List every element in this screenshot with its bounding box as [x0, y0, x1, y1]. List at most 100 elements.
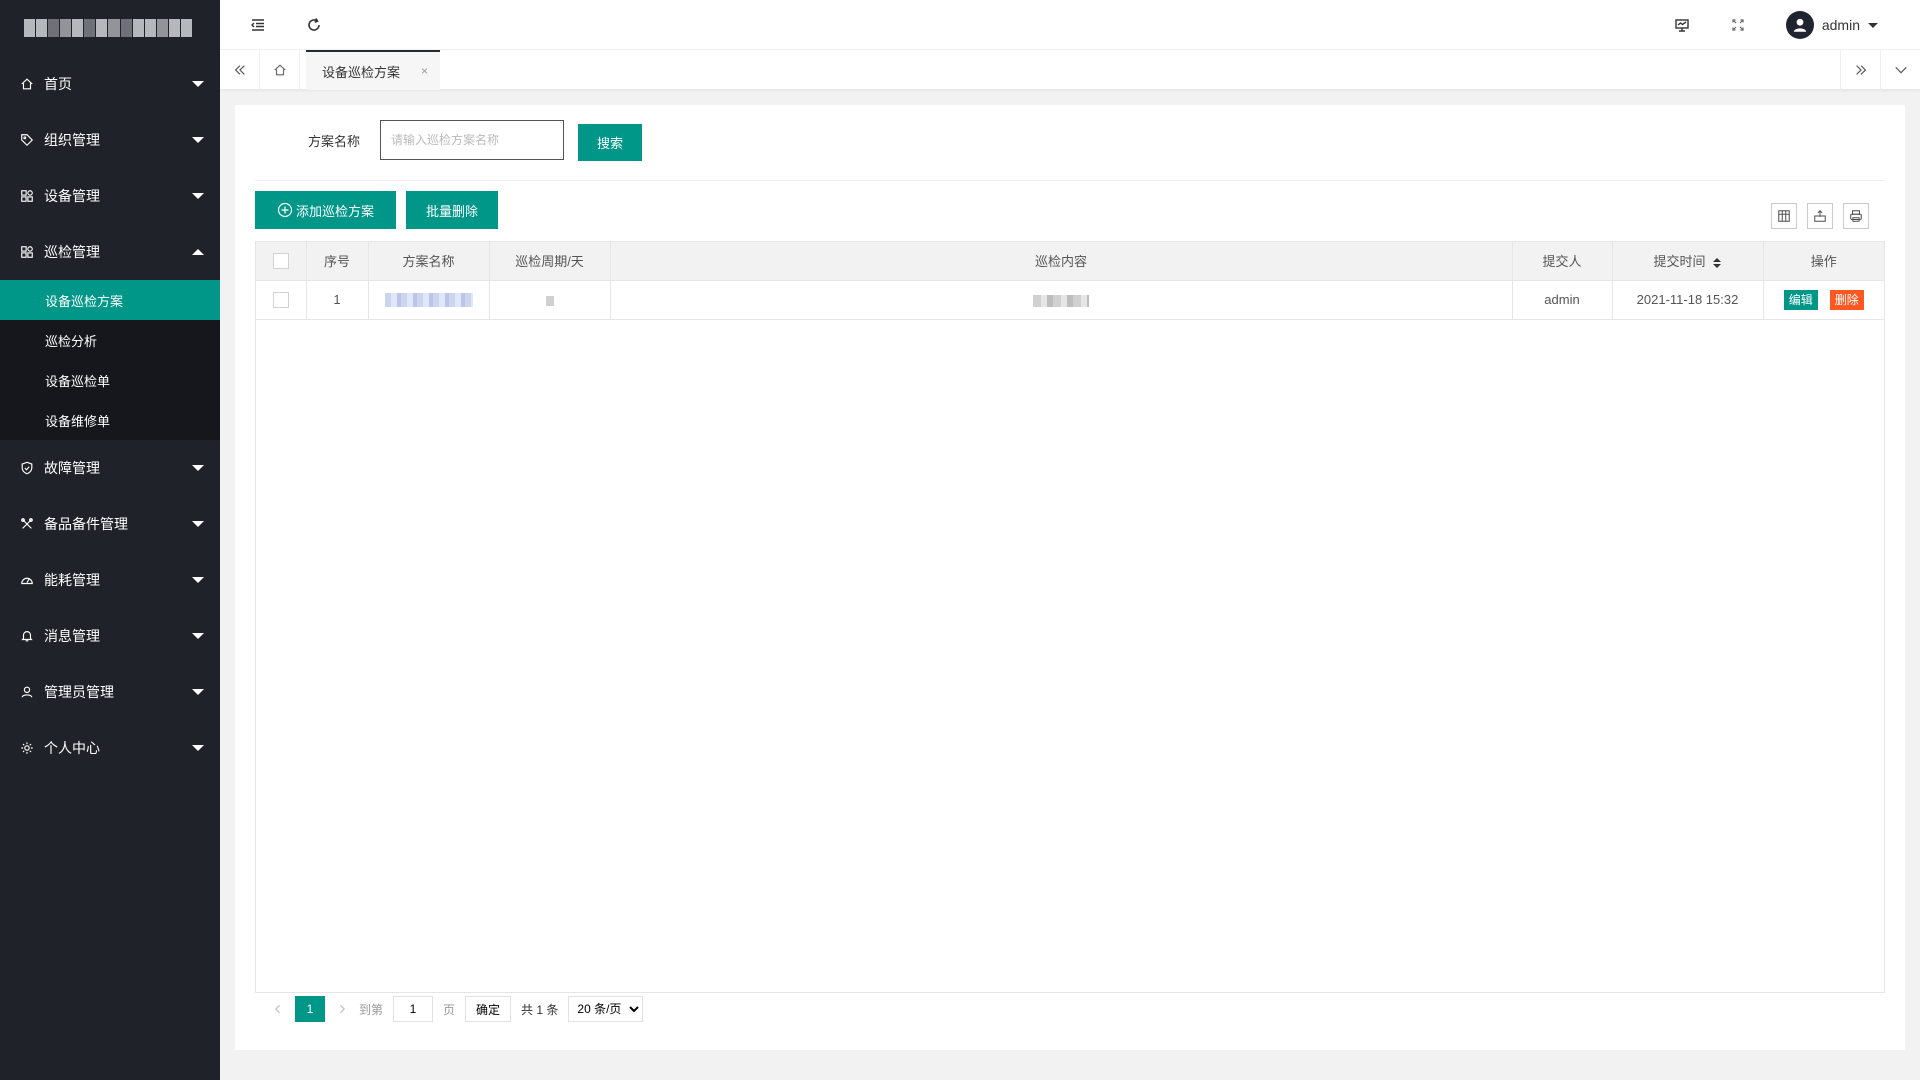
print-button[interactable] [1843, 203, 1869, 229]
add-plan-label: 添加巡检方案 [295, 203, 374, 219]
table-header-row: 序号 方案名称 巡检周期/天 巡检内容 提交人 提交时间 操作 [256, 242, 1884, 281]
submitter-cell: admin [1512, 280, 1613, 320]
sidebar: 首页 组织管理 设备管理 巡检管理 设备巡检方案 巡检分析 设备巡检单 设备维修… [0, 0, 220, 1080]
double-chevron-left-icon [234, 65, 245, 75]
sidebar-item-label: 设备管理 [44, 188, 100, 204]
caret-down-icon [192, 633, 204, 639]
tab-home-button[interactable] [260, 50, 300, 90]
caret-down-icon [192, 745, 204, 751]
close-icon[interactable]: × [421, 64, 428, 78]
sort-icon[interactable] [1712, 257, 1722, 269]
submit-time-cell: 2021-11-18 15:32 [1612, 280, 1764, 320]
column-header-sortable[interactable]: 提交时间 [1612, 242, 1764, 281]
logo [0, 0, 220, 56]
caret-down-icon [192, 521, 204, 527]
edit-button[interactable]: 编辑 [1783, 289, 1818, 310]
sidebar-item-energy[interactable]: 能耗管理 [0, 552, 220, 608]
tab-menu-button[interactable] [1880, 50, 1920, 90]
search-input[interactable] [380, 120, 564, 160]
sidebar-item-fault[interactable]: 故障管理 [0, 440, 220, 496]
goto-confirm-button[interactable]: 确定 [465, 996, 512, 1022]
refresh-button[interactable] [294, 0, 334, 50]
submenu-item-inspection-plan[interactable]: 设备巡检方案 [0, 280, 220, 320]
page-size-select[interactable]: 20 条/页 [568, 996, 644, 1022]
sidebar-item-label: 组织管理 [44, 132, 100, 148]
plan-name-redacted[interactable] [384, 293, 473, 308]
table-row: 1 admin 2021-11-18 15:32 编辑 删除 [256, 280, 1884, 320]
column-header: 方案名称 [368, 242, 490, 281]
sidebar-item-admin[interactable]: 管理员管理 [0, 664, 220, 720]
plan-name-cell [368, 280, 490, 320]
avatar [1785, 11, 1814, 39]
add-plan-button[interactable]: 添加巡检方案 [255, 191, 396, 229]
caret-down-icon [1868, 22, 1878, 28]
column-header-label: 提交时间 [1653, 254, 1706, 270]
sidebar-item-inspection[interactable]: 巡检管理 [0, 224, 220, 280]
current-page[interactable]: 1 [295, 996, 325, 1022]
total-count: 共 1 条 [521, 1002, 559, 1017]
inspection-submenu: 设备巡检方案 巡检分析 设备巡检单 设备维修单 [0, 280, 220, 440]
print-icon [1850, 210, 1862, 222]
actions-cell: 编辑 删除 [1763, 280, 1884, 320]
sidebar-item-message[interactable]: 消息管理 [0, 608, 220, 664]
column-header: 操作 [1763, 242, 1884, 281]
sidebar-item-label: 能耗管理 [44, 572, 100, 588]
caret-down-icon [192, 137, 204, 143]
sidebar-item-organization[interactable]: 组织管理 [0, 112, 220, 168]
tab-scroll-left-button[interactable] [220, 50, 260, 90]
submenu-item-repair-order[interactable]: 设备维修单 [0, 400, 220, 440]
apps-icon [20, 189, 34, 203]
pagination: 1 到第 页 确定 共 1 条 20 条/页 [265, 996, 644, 1022]
goto-page-input[interactable] [393, 996, 434, 1022]
delete-button[interactable]: 删除 [1829, 289, 1864, 310]
prev-page-button[interactable] [265, 996, 291, 1022]
plus-circle-icon [277, 202, 293, 218]
fullscreen-icon [1732, 19, 1744, 31]
export-button[interactable] [1807, 203, 1833, 229]
gear-icon [20, 741, 34, 755]
tag-icon [20, 133, 34, 147]
sidebar-item-home[interactable]: 首页 [0, 56, 220, 112]
sidebar-item-label: 备品备件管理 [44, 516, 128, 532]
user-name: admin [1821, 17, 1860, 33]
tools-icon [20, 517, 34, 531]
tab-bar: 设备巡检方案 × [220, 50, 1920, 90]
tab-inspection-plan[interactable]: 设备巡检方案 × [306, 50, 441, 90]
submenu-item-inspection-analysis[interactable]: 巡检分析 [0, 320, 220, 360]
gauge-icon [20, 573, 34, 587]
user-icon [20, 685, 34, 699]
caret-down-icon [192, 465, 204, 471]
caret-down-icon [192, 577, 204, 583]
monitor-button[interactable] [1662, 0, 1702, 50]
sidebar-item-personal[interactable]: 个人中心 [0, 720, 220, 776]
caret-down-icon [192, 81, 204, 87]
double-chevron-right-icon [1855, 65, 1866, 75]
select-all-checkbox[interactable] [272, 253, 289, 270]
search-button[interactable]: 搜索 [578, 124, 642, 161]
columns-icon [1778, 210, 1790, 222]
user-menu[interactable]: admin [1785, 0, 1878, 50]
submenu-item-inspection-order[interactable]: 设备巡检单 [0, 360, 220, 400]
row-checkbox[interactable] [272, 291, 289, 308]
sidebar-item-device[interactable]: 设备管理 [0, 168, 220, 224]
column-header: 序号 [306, 242, 369, 281]
tab-label: 设备巡检方案 [322, 64, 401, 80]
chevron-down-icon [1894, 66, 1907, 74]
monitor-icon [1675, 19, 1689, 32]
search-label: 方案名称 [308, 134, 361, 149]
tab-scroll-right-button[interactable] [1840, 50, 1880, 90]
fullscreen-button[interactable] [1718, 0, 1758, 50]
apps-icon [20, 245, 34, 259]
batch-delete-button[interactable]: 批量删除 [406, 191, 498, 229]
cycle-cell [489, 280, 611, 320]
chevron-left-icon [274, 1004, 280, 1014]
main-content: 方案名称 搜索 添加巡检方案 批量删除 序号 方案名称 巡检周期/天 巡检内容 [235, 105, 1905, 1050]
toggle-sidebar-button[interactable] [238, 0, 278, 50]
column-header: 巡检内容 [610, 242, 1513, 281]
column-header: 提交人 [1512, 242, 1613, 281]
columns-filter-button[interactable] [1771, 203, 1797, 229]
sidebar-item-spare-parts[interactable]: 备品备件管理 [0, 496, 220, 552]
home-icon [273, 64, 286, 76]
next-page-button[interactable] [329, 996, 355, 1022]
data-table: 序号 方案名称 巡检周期/天 巡检内容 提交人 提交时间 操作 1 admin [255, 241, 1885, 993]
